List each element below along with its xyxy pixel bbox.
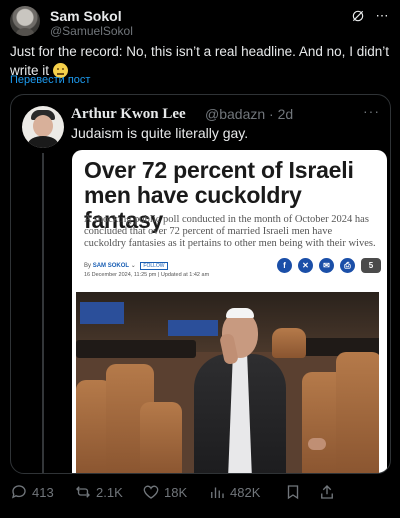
bookmark-button[interactable] bbox=[284, 483, 318, 501]
follow-badge: FOLLOW bbox=[140, 262, 168, 270]
quoted-more-icon[interactable]: ··· bbox=[363, 103, 380, 119]
grok-icon[interactable] bbox=[350, 8, 366, 24]
heart-icon bbox=[143, 485, 159, 499]
repost-icon bbox=[76, 486, 90, 498]
like-button[interactable]: 18K bbox=[142, 483, 208, 501]
reply-icon bbox=[11, 485, 26, 499]
thread-line bbox=[42, 153, 44, 473]
x-icon: ✕ bbox=[298, 258, 313, 273]
author-handle[interactable]: @SamuelSokol bbox=[50, 24, 133, 38]
post-actions: 413 2.1K 18K 482K bbox=[10, 480, 386, 504]
bookmark-icon bbox=[287, 485, 299, 500]
quoted-text: Judaism is quite literally gay. bbox=[71, 125, 249, 141]
article-date: 16 December 2024, 11:25 pm | Updated at … bbox=[84, 272, 210, 278]
views-button[interactable]: 482K bbox=[208, 483, 284, 501]
facebook-icon: f bbox=[277, 258, 292, 273]
share-icon bbox=[321, 485, 333, 499]
byline-prefix: By bbox=[84, 263, 92, 269]
reply-button[interactable]: 413 bbox=[10, 483, 74, 501]
share-bar: f ✕ ✉ ⎙ 5 bbox=[277, 258, 381, 273]
post-header: Sam Sokol @SamuelSokol ⋯ bbox=[10, 6, 390, 38]
author-avatar[interactable] bbox=[10, 6, 40, 36]
translate-post-link[interactable]: Перевести пост bbox=[10, 74, 90, 86]
views-count: 482K bbox=[230, 484, 261, 500]
share-count: 5 bbox=[361, 258, 381, 273]
quoted-author-handle[interactable]: @badazn · 2d bbox=[205, 106, 293, 122]
quoted-post[interactable]: Arthur Kwon Lee @badazn · 2d ··· Judaism… bbox=[10, 94, 391, 474]
email-icon: ✉ bbox=[319, 258, 334, 273]
more-icon[interactable]: ⋯ bbox=[374, 8, 390, 24]
article-photo bbox=[76, 292, 379, 473]
repost-count: 2.1K bbox=[96, 484, 123, 500]
author-name[interactable]: Sam Sokol bbox=[50, 8, 122, 24]
share-button[interactable] bbox=[318, 483, 336, 501]
quoted-author-name[interactable]: Arthur Kwon Lee bbox=[71, 106, 186, 123]
quoted-author-avatar[interactable] bbox=[22, 106, 64, 148]
views-icon bbox=[211, 487, 224, 498]
article-byline: By SAM SOKOL ⌄ FOLLOW bbox=[84, 262, 168, 270]
repost-button[interactable]: 2.1K bbox=[74, 483, 142, 501]
article-screenshot-image[interactable]: Over 72 percent of Israeli men have cuck… bbox=[72, 150, 387, 473]
chevron-down-icon: ⌄ bbox=[130, 263, 136, 269]
byline-author: SAM SOKOL bbox=[92, 263, 130, 269]
article-subheadline: A shocking public poll conducted in the … bbox=[84, 214, 376, 249]
reply-count: 413 bbox=[32, 484, 54, 500]
post-top-icons: ⋯ bbox=[350, 8, 390, 24]
like-count: 18K bbox=[164, 484, 188, 500]
print-icon: ⎙ bbox=[340, 258, 355, 273]
